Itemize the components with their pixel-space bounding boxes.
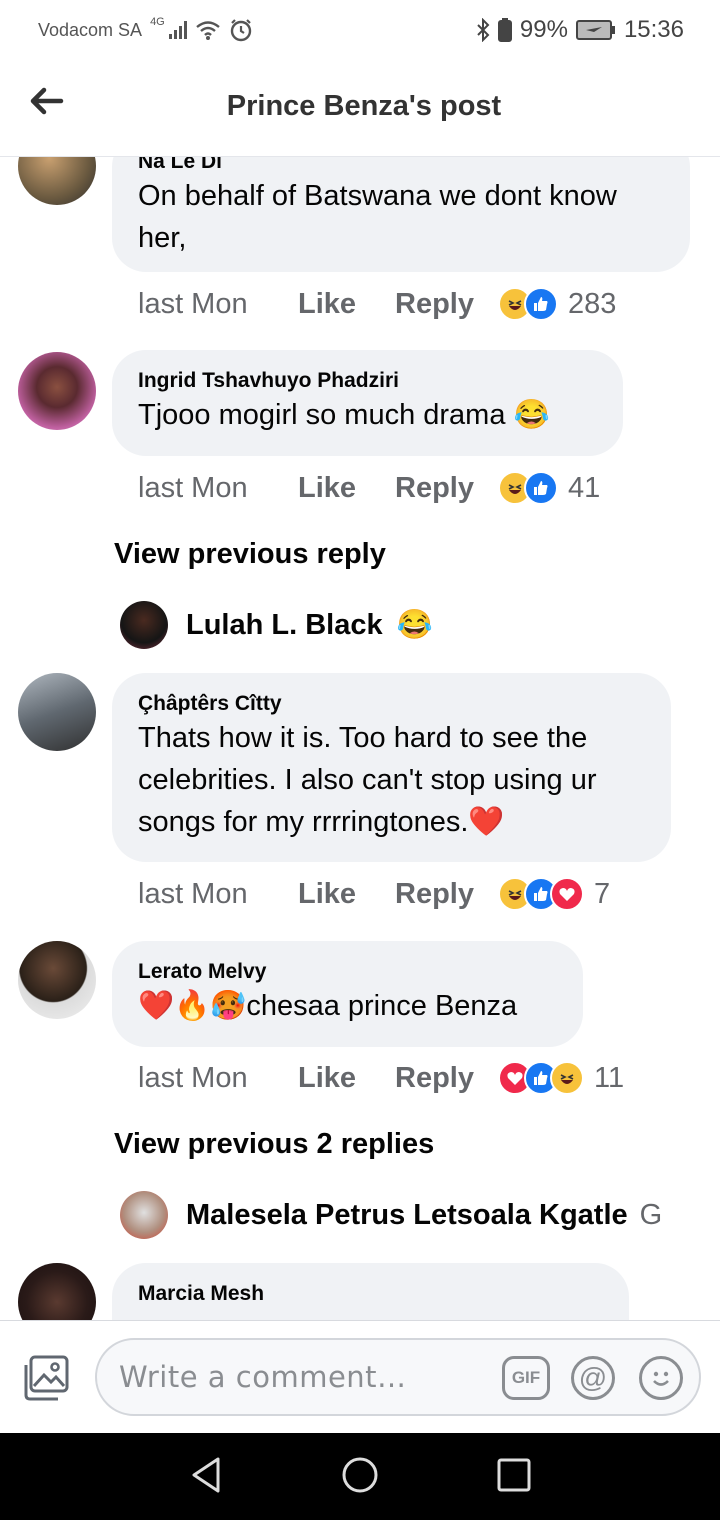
- comment-text: ❤️🔥🥵chesaa prince Benza: [138, 990, 518, 1022]
- reaction-count[interactable]: 41: [568, 472, 600, 505]
- comment-bubble[interactable]: Lerato Melvy ❤️🔥🥵chesaa prince Benza: [112, 941, 583, 1047]
- status-bar: Vodacom SA 4G 99% 15:36: [0, 0, 720, 60]
- comment-input[interactable]: Write a comment… GIF @: [95, 1338, 701, 1416]
- reaction-summary[interactable]: 7: [498, 877, 610, 911]
- comment-input-placeholder: Write a comment…: [119, 1360, 407, 1394]
- avatar[interactable]: [18, 157, 96, 205]
- like-button[interactable]: Like: [298, 878, 395, 911]
- avatar[interactable]: [120, 1191, 168, 1239]
- haha-reaction-icon: [550, 1061, 584, 1095]
- signal-icon: [168, 21, 187, 39]
- like-reaction-icon: [524, 471, 558, 505]
- comment-actions: last Mon Like Reply 11: [138, 1061, 624, 1095]
- reaction-count[interactable]: 7: [594, 878, 610, 911]
- circle-home-icon: [342, 1457, 378, 1493]
- comment-bubble[interactable]: Çhâptêrs Cîtty Thats how it is. Too hard…: [112, 673, 671, 862]
- reaction-count[interactable]: 11: [594, 1062, 624, 1095]
- nav-back-button[interactable]: [188, 1455, 224, 1500]
- smiley-icon: [653, 1371, 669, 1386]
- comment-time[interactable]: last Mon: [138, 288, 298, 321]
- emoji-button[interactable]: [639, 1356, 683, 1400]
- carrier-name: Vodacom SA: [38, 19, 143, 40]
- comments-feed[interactable]: Na Le Di On behalf of Batswana we dont k…: [0, 157, 720, 1320]
- view-previous-replies-link[interactable]: View previous 2 replies: [114, 1128, 434, 1161]
- like-button[interactable]: Like: [298, 1062, 395, 1095]
- reply-button[interactable]: Reply: [395, 1062, 498, 1095]
- nav-home-button[interactable]: [340, 1455, 380, 1500]
- reply-preview[interactable]: Malesela Petrus Letsoala Kgatle G: [120, 1191, 662, 1239]
- comment-actions: last Mon Like Reply 41: [138, 471, 600, 505]
- reply-author[interactable]: Lulah L. Black: [186, 609, 383, 642]
- avatar[interactable]: [18, 1263, 96, 1320]
- reply-button[interactable]: Reply: [395, 878, 498, 911]
- comment-text: Thats how it is. Too hard to see the cel…: [138, 722, 597, 838]
- gif-label: GIF: [511, 1368, 541, 1387]
- comment-bubble[interactable]: Marcia Mesh: [112, 1263, 629, 1320]
- at-icon: @: [578, 1362, 608, 1393]
- add-photo-button[interactable]: [22, 1355, 70, 1401]
- reply-button[interactable]: Reply: [395, 472, 498, 505]
- gif-button[interactable]: GIF: [502, 1356, 550, 1400]
- avatar[interactable]: [18, 673, 96, 751]
- photo-icon: [24, 1355, 69, 1401]
- page-title: Prince Benza's post: [226, 90, 502, 122]
- reply-text: G: [639, 1198, 663, 1231]
- avatar[interactable]: [18, 941, 96, 1019]
- comment-bubble[interactable]: Na Le Di On behalf of Batswana we dont k…: [112, 157, 690, 272]
- comment-time[interactable]: last Mon: [138, 472, 298, 505]
- reply-author[interactable]: Malesela Petrus Letsoala Kgatle: [186, 1199, 628, 1232]
- comment-time[interactable]: last Mon: [138, 1062, 298, 1095]
- comment-author[interactable]: Lerato Melvy: [138, 959, 557, 985]
- wifi-icon: [195, 21, 220, 40]
- comment-actions: last Mon Like Reply 7: [138, 877, 610, 911]
- comment-text: On behalf of Batswana we dont know her,: [138, 180, 617, 254]
- reaction-summary[interactable]: 41: [498, 471, 600, 505]
- nav-recents-button[interactable]: [494, 1455, 534, 1500]
- like-reaction-icon: [524, 287, 558, 321]
- bluetooth-icon: [477, 18, 490, 42]
- reply-text: 😂: [396, 609, 433, 641]
- avatar[interactable]: [18, 352, 96, 430]
- comment-composer: Write a comment… GIF @: [0, 1320, 720, 1434]
- avatar[interactable]: [120, 601, 168, 649]
- app-header: Prince Benza's post: [0, 60, 720, 157]
- comment-author[interactable]: Marcia Mesh: [138, 1281, 603, 1307]
- reply-preview[interactable]: Lulah L. Black 😂: [120, 601, 433, 649]
- battery-icon: [575, 20, 615, 40]
- square-recents-icon: [497, 1458, 531, 1492]
- comment-text: Tjooo mogirl so much drama 😂: [138, 399, 550, 431]
- battery-saver-icon: [497, 18, 512, 42]
- system-nav-bar: [0, 1433, 720, 1520]
- triangle-back-icon: [192, 1457, 220, 1493]
- comment-author[interactable]: Na Le Di: [138, 157, 664, 175]
- reply-button[interactable]: Reply: [395, 288, 498, 321]
- comment-actions: last Mon Like Reply 283: [138, 287, 616, 321]
- clock: 15:36: [623, 16, 684, 43]
- network-type: 4G: [150, 16, 165, 28]
- view-previous-replies-link[interactable]: View previous reply: [114, 538, 386, 571]
- comment-author[interactable]: Çhâptêrs Cîtty: [138, 691, 645, 717]
- mention-button[interactable]: @: [571, 1356, 615, 1400]
- reaction-count[interactable]: 283: [568, 288, 616, 321]
- comment-author[interactable]: Ingrid Tshavhuyo Phadziri: [138, 368, 597, 394]
- reaction-summary[interactable]: 11: [498, 1061, 624, 1095]
- reaction-summary[interactable]: 283: [498, 287, 616, 321]
- battery-percent: 99%: [519, 16, 568, 43]
- comment-time[interactable]: last Mon: [138, 878, 298, 911]
- like-button[interactable]: Like: [298, 288, 395, 321]
- love-reaction-icon: [550, 877, 584, 911]
- comment-bubble[interactable]: Ingrid Tshavhuyo Phadziri Tjooo mogirl s…: [112, 350, 623, 456]
- like-button[interactable]: Like: [298, 472, 395, 505]
- alarm-icon: [230, 19, 251, 42]
